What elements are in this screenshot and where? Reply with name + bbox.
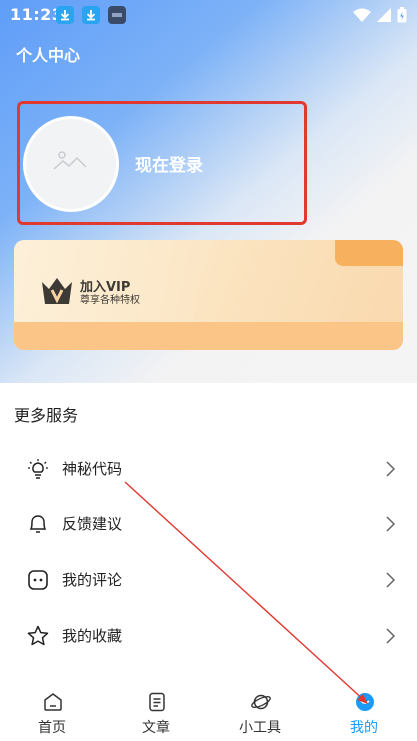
bell-icon: [29, 515, 47, 533]
tab-label: 小工具: [239, 720, 281, 736]
login-area[interactable]: 现在登录: [17, 101, 307, 225]
menu-item-secret-code[interactable]: 神秘代码: [0, 444, 417, 492]
menu-item-my-comments[interactable]: 我的评论: [0, 555, 417, 603]
vip-corner-tab: [335, 240, 403, 266]
menu-label: 我的收藏: [62, 627, 123, 645]
crown-icon: [42, 278, 72, 304]
vip-band: [14, 322, 403, 350]
tab-tools[interactable]: 小工具: [208, 682, 312, 741]
login-button[interactable]: 现在登录: [135, 151, 203, 176]
battery-icon: [397, 7, 407, 23]
avatar[interactable]: [23, 116, 119, 212]
tab-articles[interactable]: 文章: [104, 682, 208, 741]
lightbulb-icon: [28, 459, 48, 479]
tab-label: 文章: [142, 720, 170, 736]
tab-label: 首页: [38, 720, 66, 736]
chevron-right-icon: [386, 572, 396, 588]
menu-item-feedback[interactable]: 反馈建议: [0, 499, 417, 547]
download-icon: [56, 6, 74, 24]
chevron-right-icon: [386, 461, 396, 477]
menu-item-my-favorites[interactable]: 我的收藏: [0, 611, 417, 659]
status-bar: 11:23: [0, 0, 417, 30]
comment-icon: [28, 570, 48, 590]
planet-icon: [251, 694, 271, 710]
tab-profile[interactable]: 我的: [312, 682, 416, 741]
vip-subtitle: 尊享各种特权: [80, 295, 140, 306]
signal-icon: [377, 8, 391, 22]
services-title: 更多服务: [14, 406, 79, 425]
hms-icon: [108, 6, 126, 24]
page-title: 个人中心: [16, 46, 81, 65]
tab-label: 我的: [350, 720, 378, 736]
wifi-icon: [353, 8, 371, 22]
tab-home[interactable]: 首页: [0, 682, 104, 741]
profile-icon: [356, 693, 374, 711]
chevron-right-icon: [386, 628, 396, 644]
star-icon: [27, 625, 49, 646]
home-icon: [44, 693, 62, 711]
article-icon: [149, 692, 165, 712]
menu-label: 我的评论: [62, 571, 123, 589]
menu-label: 反馈建议: [62, 515, 123, 533]
download-icon: [82, 6, 100, 24]
chevron-right-icon: [386, 516, 396, 532]
status-right: [353, 6, 407, 24]
image-placeholder-icon: [53, 151, 87, 170]
vip-card[interactable]: 加入VIP 尊享各种特权: [14, 240, 403, 350]
bottom-tab-bar: 首页 文章 小工具 我的: [0, 682, 417, 741]
menu-label: 神秘代码: [62, 460, 123, 478]
